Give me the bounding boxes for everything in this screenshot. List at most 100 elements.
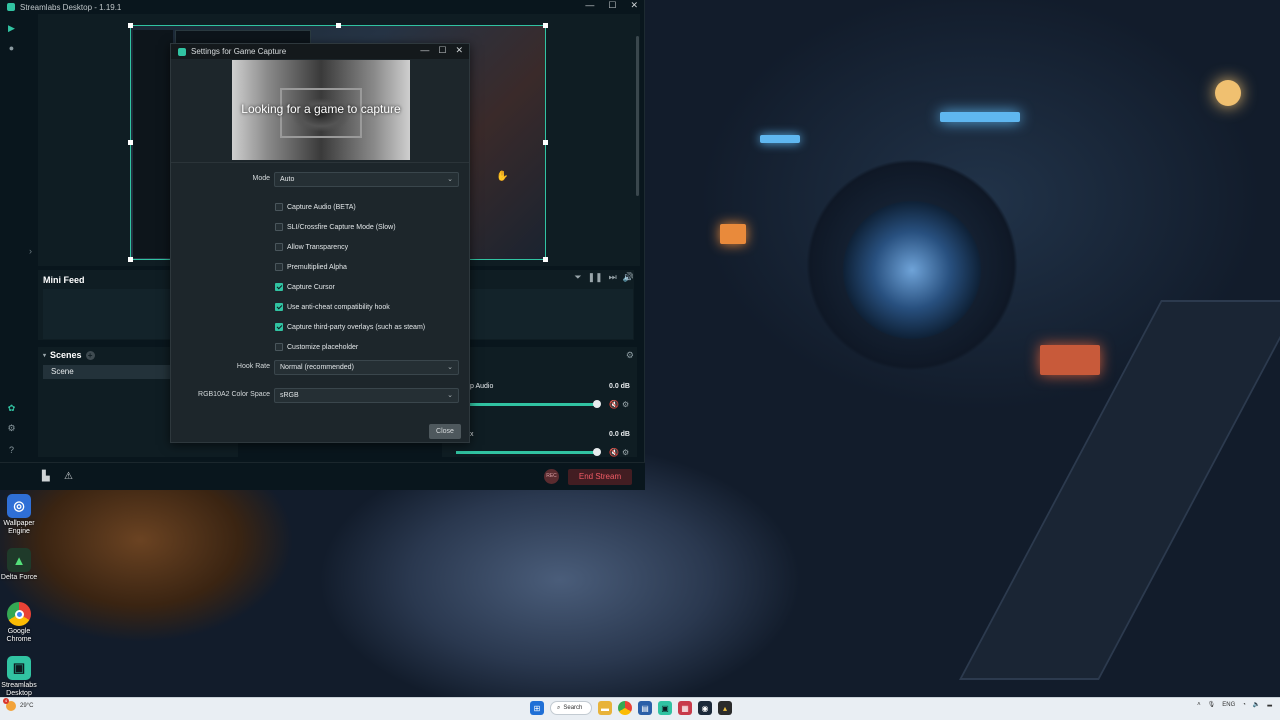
tray-chevron-icon[interactable]: ˄ bbox=[1197, 702, 1201, 708]
desktop-icon-streamlabs[interactable]: ▣ Streamlabs Desktop bbox=[0, 656, 38, 702]
third-party-overlays-checkbox[interactable] bbox=[275, 323, 283, 331]
mode-select[interactable]: Auto ⌄ bbox=[274, 172, 459, 187]
help-nav-icon[interactable]: ? bbox=[7, 446, 16, 455]
source-settings-icon[interactable]: ⚙ bbox=[622, 400, 629, 409]
plugin-nav-icon[interactable]: ✿ bbox=[7, 404, 16, 413]
streamlabs-taskbar-icon[interactable]: ▣ bbox=[658, 701, 672, 715]
chrome-taskbar-icon[interactable] bbox=[618, 701, 632, 715]
resize-handle[interactable] bbox=[336, 23, 341, 28]
resize-handle[interactable] bbox=[128, 257, 133, 262]
language-indicator[interactable]: ENG bbox=[1222, 702, 1235, 708]
add-scene-button[interactable]: + bbox=[85, 350, 95, 360]
pause-icon[interactable]: ❚❚ bbox=[588, 272, 603, 283]
wallpaper-engine-taskbar-icon[interactable]: ▴ bbox=[718, 701, 732, 715]
file-explorer-icon[interactable]: ▬ bbox=[598, 701, 612, 715]
speaker-icon[interactable]: 🔈 bbox=[1253, 701, 1260, 708]
mute-icon[interactable]: 🔇 bbox=[609, 400, 619, 409]
source-settings-icon[interactable]: ⚙ bbox=[622, 448, 629, 457]
weather-widget[interactable]: 4 29°C bbox=[3, 698, 33, 711]
record-button[interactable]: REC bbox=[544, 469, 559, 484]
premultiplied-alpha-checkbox-row[interactable]: Premultiplied Alpha bbox=[275, 263, 347, 271]
anti-cheat-hook-checkbox[interactable] bbox=[275, 303, 283, 311]
chevron-down-icon: ⌄ bbox=[447, 364, 453, 371]
windows-taskbar: 4 29°C ⊞ ⌕ Search ▬ ▤ ▣ ▦ ◉ ▴ ˄ 🎙 ENG ◔ … bbox=[0, 697, 1280, 720]
mouse-cursor-icon: ✋ bbox=[496, 171, 509, 182]
capture-audio-checkbox-row[interactable]: Capture Audio (BETA) bbox=[275, 203, 356, 211]
allow-transparency-checkbox[interactable] bbox=[275, 243, 283, 251]
volume-slider-track[interactable] bbox=[456, 451, 596, 454]
record-nav-icon[interactable]: ● bbox=[7, 44, 16, 53]
maximize-button[interactable]: ☐ bbox=[608, 0, 616, 11]
microphone-icon[interactable]: 🎙 bbox=[1208, 701, 1216, 708]
resize-handle[interactable] bbox=[543, 140, 548, 145]
mixer-settings-icon[interactable]: ⚙ bbox=[626, 350, 634, 361]
clock[interactable]: ▂ bbox=[1267, 701, 1272, 708]
premultiplied-alpha-checkbox[interactable] bbox=[275, 263, 283, 271]
store-taskbar-icon[interactable]: ▦ bbox=[678, 701, 692, 715]
notification-badge: 4 bbox=[3, 698, 9, 704]
mixer-source-name: x bbox=[470, 431, 474, 438]
dialog-minimize-button[interactable]: — bbox=[420, 45, 429, 56]
taskbar-search[interactable]: ⌕ Search bbox=[550, 701, 592, 715]
third-party-overlays-checkbox-row[interactable]: Capture third-party overlays (such as st… bbox=[275, 323, 425, 331]
window-titlebar[interactable]: Streamlabs Desktop - 1.19.1 — ☐ ✕ bbox=[0, 0, 644, 14]
volume-slider-knob[interactable] bbox=[593, 448, 601, 456]
desktop-icon-wallpaper-engine[interactable]: ◎ Wallpaper Engine bbox=[0, 494, 38, 540]
collapse-caret-icon[interactable]: ▾ bbox=[43, 352, 46, 359]
mixer-db-value: 0.0 dB bbox=[608, 383, 630, 390]
search-icon: ⌕ bbox=[557, 704, 561, 711]
left-navigation: ▶ ● › ✿ ⚙ ? ☺ bbox=[0, 14, 32, 490]
alert-icon[interactable]: ⚠ bbox=[64, 471, 73, 482]
desktop-icon-delta-force[interactable]: ▲ Delta Force bbox=[0, 548, 38, 594]
app-taskbar-icon[interactable]: ▤ bbox=[638, 701, 652, 715]
resize-handle[interactable] bbox=[543, 257, 548, 262]
resize-handle[interactable] bbox=[543, 23, 548, 28]
dialog-window-controls: — ☐ ✕ bbox=[420, 45, 463, 56]
checkbox-label: Use anti-cheat compatibility hook bbox=[287, 303, 390, 311]
stats-icon[interactable]: ▙ bbox=[42, 471, 50, 482]
volume-icon[interactable]: 🔊 bbox=[623, 272, 634, 283]
skip-icon[interactable]: ⏭ bbox=[609, 272, 617, 283]
windows-start-icon[interactable]: ⊞ bbox=[530, 701, 544, 715]
mini-feed-controls: ⏷ ❚❚ ⏭ 🔊 bbox=[574, 272, 634, 283]
volume-slider-knob[interactable] bbox=[593, 400, 601, 408]
end-stream-button[interactable]: End Stream bbox=[568, 469, 632, 485]
wallpaper-engine-icon: ◎ bbox=[7, 494, 31, 518]
close-window-button[interactable]: ✕ bbox=[630, 0, 638, 11]
resize-handle[interactable] bbox=[128, 23, 133, 28]
filter-icon[interactable]: ⏷ bbox=[574, 272, 581, 283]
color-space-select[interactable]: sRGB ⌄ bbox=[274, 388, 459, 403]
sli-crossfire-checkbox-row[interactable]: SLI/Crossfire Capture Mode (Slow) bbox=[275, 223, 396, 231]
wallpaper-light bbox=[760, 135, 800, 143]
anti-cheat-hook-checkbox-row[interactable]: Use anti-cheat compatibility hook bbox=[275, 303, 390, 311]
wifi-icon[interactable]: ◔ bbox=[1242, 702, 1246, 708]
capture-cursor-checkbox[interactable] bbox=[275, 283, 283, 291]
allow-transparency-checkbox-row[interactable]: Allow Transparency bbox=[275, 243, 348, 251]
editor-footer: ▙ ⚠ REC End Stream bbox=[0, 462, 645, 490]
preview-scrollbar[interactable] bbox=[635, 14, 640, 266]
dialog-close-x-button[interactable]: ✕ bbox=[455, 45, 463, 56]
editor-nav-icon[interactable]: ▶ bbox=[7, 24, 16, 33]
minimize-button[interactable]: — bbox=[585, 0, 594, 11]
expand-chevron-icon[interactable]: › bbox=[26, 247, 35, 256]
chevron-down-icon: ⌄ bbox=[447, 176, 453, 183]
resize-handle[interactable] bbox=[128, 140, 133, 145]
capture-cursor-checkbox-row[interactable]: Capture Cursor bbox=[275, 283, 335, 291]
sli-crossfire-checkbox[interactable] bbox=[275, 223, 283, 231]
desktop-icon-google-chrome[interactable]: Google Chrome bbox=[0, 602, 38, 648]
dialog-maximize-button[interactable]: ☐ bbox=[438, 45, 446, 56]
taskbar-apps: ⊞ ⌕ Search ▬ ▤ ▣ ▦ ◉ ▴ bbox=[530, 701, 732, 715]
capture-audio-checkbox[interactable] bbox=[275, 203, 283, 211]
steam-taskbar-icon[interactable]: ◉ bbox=[698, 701, 712, 715]
close-button[interactable]: Close bbox=[429, 424, 461, 439]
dialog-divider bbox=[171, 162, 469, 163]
preview-captured-sidebar bbox=[133, 30, 173, 258]
hook-rate-select[interactable]: Normal (recommended) ⌄ bbox=[274, 360, 459, 375]
customize-placeholder-checkbox-row[interactable]: Customize placeholder bbox=[275, 343, 358, 351]
dialog-titlebar[interactable]: Settings for Game Capture — ☐ ✕ bbox=[171, 44, 469, 59]
volume-slider-track[interactable] bbox=[456, 403, 596, 406]
mute-icon[interactable]: 🔇 bbox=[609, 448, 619, 457]
customize-placeholder-checkbox[interactable] bbox=[275, 343, 283, 351]
settings-nav-icon[interactable]: ⚙ bbox=[7, 424, 16, 433]
checkbox-label: Capture Audio (BETA) bbox=[287, 203, 356, 211]
